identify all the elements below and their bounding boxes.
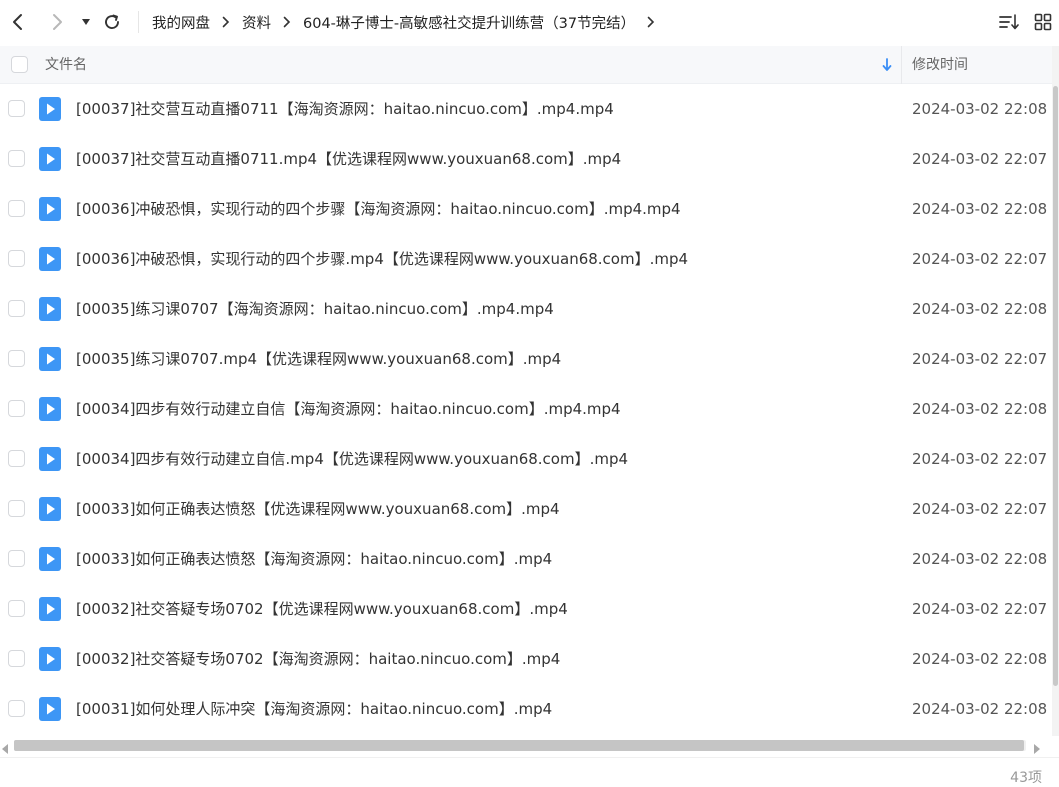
- file-list: [00037]社交营互动直播0711【海淘资源网：haitao.nincuo.c…: [0, 84, 1052, 735]
- file-name[interactable]: [00033]如何正确表达愤怒【海淘资源网：haitao.nincuo.com】…: [76, 534, 552, 584]
- table-row[interactable]: [00035]练习课0707【海淘资源网：haitao.nincuo.com】.…: [0, 284, 1052, 334]
- refresh-icon[interactable]: [98, 8, 126, 36]
- table-row[interactable]: [00036]冲破恐惧，实现行动的四个步骤.mp4【优选课程网www.youxu…: [0, 234, 1052, 284]
- table-row[interactable]: [00032]社交答疑专场0702【优选课程网www.youxuan68.com…: [0, 584, 1052, 634]
- chevron-right-icon[interactable]: [647, 16, 655, 28]
- file-modified-time: 2024-03-02 22:08: [912, 100, 1048, 118]
- table-row[interactable]: [00031]如何处理人际冲突【海淘资源网：haitao.nincuo.com】…: [0, 684, 1052, 734]
- chevron-right-icon: [222, 16, 230, 28]
- row-checkbox[interactable]: [8, 700, 25, 717]
- sort-arrow-down-icon[interactable]: [880, 57, 894, 73]
- item-count: 43项: [1010, 770, 1042, 786]
- video-file-icon: [39, 647, 61, 671]
- arrow-left-icon[interactable]: [4, 8, 32, 36]
- file-modified-time: 2024-03-02 22:07: [912, 450, 1048, 468]
- column-header-name[interactable]: 文件名: [45, 46, 87, 84]
- column-divider[interactable]: [901, 46, 902, 84]
- table-row[interactable]: [00037]社交营互动直播0711【海淘资源网：haitao.nincuo.c…: [0, 84, 1052, 134]
- file-modified-time: 2024-03-02 22:08: [912, 200, 1048, 218]
- file-name[interactable]: [00035]练习课0707.mp4【优选课程网www.youxuan68.co…: [76, 334, 561, 384]
- file-name[interactable]: [00034]四步有效行动建立自信【海淘资源网：haitao.nincuo.co…: [76, 384, 621, 434]
- row-checkbox[interactable]: [8, 300, 25, 317]
- table-row[interactable]: [00033]如何正确表达愤怒【优选课程网www.youxuan68.com】.…: [0, 484, 1052, 534]
- row-checkbox[interactable]: [8, 350, 25, 367]
- table-row[interactable]: [00033]如何正确表达愤怒【海淘资源网：haitao.nincuo.com】…: [0, 534, 1052, 584]
- table-header: 文件名 修改时间: [0, 46, 1059, 84]
- file-name[interactable]: [00032]社交答疑专场0702【优选课程网www.youxuan68.com…: [76, 584, 568, 634]
- file-modified-time: 2024-03-02 22:07: [912, 500, 1048, 518]
- file-name[interactable]: [00032]社交答疑专场0702【海淘资源网：haitao.nincuo.co…: [76, 634, 560, 684]
- toolbar-divider: [138, 11, 139, 33]
- video-file-icon: [39, 497, 61, 521]
- file-modified-time: 2024-03-02 22:07: [912, 600, 1048, 618]
- scroll-right-icon[interactable]: [1032, 740, 1042, 754]
- file-name[interactable]: [00033]如何正确表达愤怒【优选课程网www.youxuan68.com】.…: [76, 484, 560, 534]
- file-modified-time: 2024-03-02 22:08: [912, 550, 1048, 568]
- grid-view-icon[interactable]: [1031, 10, 1055, 34]
- row-checkbox[interactable]: [8, 550, 25, 567]
- row-checkbox[interactable]: [8, 250, 25, 267]
- file-name[interactable]: [00034]四步有效行动建立自信.mp4【优选课程网www.youxuan68…: [76, 434, 628, 484]
- column-header-time[interactable]: 修改时间: [912, 46, 968, 84]
- history-dropdown-icon[interactable]: [72, 8, 100, 36]
- table-row[interactable]: [00034]四步有效行动建立自信.mp4【优选课程网www.youxuan68…: [0, 434, 1052, 484]
- breadcrumb: 我的网盘 资料 604-琳子博士-高敏感社交提升训练营（37节完结）: [152, 0, 667, 44]
- file-name[interactable]: [00036]冲破恐惧，实现行动的四个步骤.mp4【优选课程网www.youxu…: [76, 234, 688, 284]
- video-file-icon: [39, 247, 61, 271]
- horizontal-scrollbar[interactable]: [0, 737, 1052, 754]
- file-modified-time: 2024-03-02 22:07: [912, 150, 1048, 168]
- breadcrumb-item-root[interactable]: 我的网盘: [152, 12, 210, 33]
- row-checkbox[interactable]: [8, 450, 25, 467]
- file-modified-time: 2024-03-02 22:07: [912, 350, 1048, 368]
- video-file-icon: [39, 597, 61, 621]
- status-bar: 43项: [0, 757, 1059, 787]
- video-file-icon: [39, 97, 61, 121]
- table-row[interactable]: [00034]四步有效行动建立自信【海淘资源网：haitao.nincuo.co…: [0, 384, 1052, 434]
- video-file-icon: [39, 397, 61, 421]
- table-row[interactable]: [00037]社交营互动直播0711.mp4【优选课程网www.youxuan6…: [0, 134, 1052, 184]
- file-name[interactable]: [00031]如何处理人际冲突【海淘资源网：haitao.nincuo.com】…: [76, 684, 552, 734]
- table-row[interactable]: [00032]社交答疑专场0702【海淘资源网：haitao.nincuo.co…: [0, 634, 1052, 684]
- breadcrumb-item-ziliao[interactable]: 资料: [242, 12, 271, 33]
- video-file-icon: [39, 297, 61, 321]
- file-modified-time: 2024-03-02 22:07: [912, 250, 1048, 268]
- file-modified-time: 2024-03-02 22:08: [912, 300, 1048, 318]
- table-row[interactable]: [00036]冲破恐惧，实现行动的四个步骤【海淘资源网：haitao.nincu…: [0, 184, 1052, 234]
- row-checkbox[interactable]: [8, 500, 25, 517]
- file-modified-time: 2024-03-02 22:08: [912, 700, 1048, 718]
- table-row[interactable]: [00035]练习课0707.mp4【优选课程网www.youxuan68.co…: [0, 334, 1052, 384]
- scroll-left-icon[interactable]: [0, 740, 10, 754]
- row-checkbox[interactable]: [8, 200, 25, 217]
- sort-list-icon[interactable]: [997, 10, 1021, 34]
- file-name[interactable]: [00036]冲破恐惧，实现行动的四个步骤【海淘资源网：haitao.nincu…: [76, 184, 681, 234]
- file-modified-time: 2024-03-02 22:08: [912, 400, 1048, 418]
- video-file-icon: [39, 697, 61, 721]
- toolbar: 我的网盘 资料 604-琳子博士-高敏感社交提升训练营（37节完结）: [0, 0, 1059, 44]
- row-checkbox[interactable]: [8, 150, 25, 167]
- file-name[interactable]: [00037]社交营互动直播0711【海淘资源网：haitao.nincuo.c…: [76, 84, 614, 134]
- row-checkbox[interactable]: [8, 100, 25, 117]
- video-file-icon: [39, 147, 61, 171]
- file-name[interactable]: [00035]练习课0707【海淘资源网：haitao.nincuo.com】.…: [76, 284, 554, 334]
- video-file-icon: [39, 447, 61, 471]
- video-file-icon: [39, 197, 61, 221]
- row-checkbox[interactable]: [8, 600, 25, 617]
- arrow-right-icon[interactable]: [43, 8, 71, 36]
- vertical-scrollbar-thumb[interactable]: [1053, 86, 1058, 686]
- video-file-icon: [39, 347, 61, 371]
- file-modified-time: 2024-03-02 22:08: [912, 650, 1048, 668]
- row-checkbox[interactable]: [8, 650, 25, 667]
- horizontal-scrollbar-thumb[interactable]: [14, 740, 1024, 751]
- breadcrumb-item-current[interactable]: 604-琳子博士-高敏感社交提升训练营（37节完结）: [303, 12, 635, 33]
- file-name[interactable]: [00037]社交营互动直播0711.mp4【优选课程网www.youxuan6…: [76, 134, 621, 184]
- select-all-checkbox[interactable]: [11, 56, 28, 73]
- video-file-icon: [39, 547, 61, 571]
- row-checkbox[interactable]: [8, 400, 25, 417]
- chevron-right-icon: [283, 16, 291, 28]
